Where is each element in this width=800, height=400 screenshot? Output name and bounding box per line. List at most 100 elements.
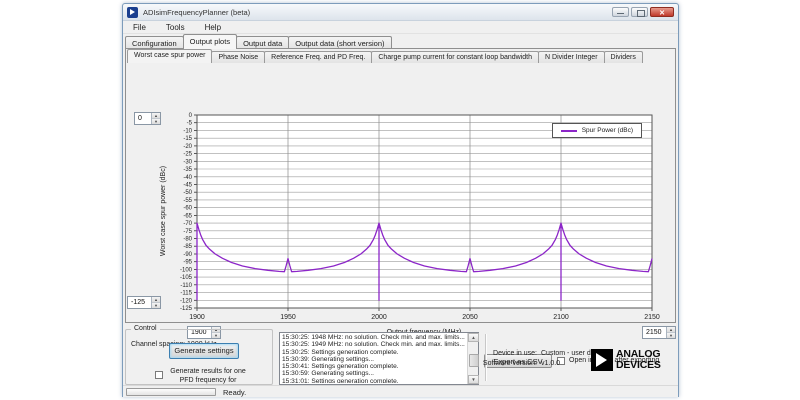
device-label: Device in use: [475, 350, 537, 357]
progress-bar [126, 388, 216, 396]
log-line: 15:30:41: Settings generation complete. [282, 363, 466, 370]
svg-text:-35: -35 [183, 167, 192, 173]
device-in-use-row: Device in use: Custom - user defined [475, 350, 610, 357]
version-label: Software version: [475, 360, 537, 367]
y-max-spin-buttons[interactable]: ▴▾ [151, 113, 160, 124]
tab-phase-noise[interactable]: Phase Noise [211, 51, 265, 63]
svg-text:-95: -95 [183, 260, 192, 266]
svg-text:1950: 1950 [280, 314, 296, 321]
svg-text:-100: -100 [180, 267, 193, 273]
svg-text:-70: -70 [183, 221, 192, 227]
svg-text:-80: -80 [183, 237, 192, 243]
chart-canvas: 0-5-10-15-20-25-30-35-40-45-50-55-60-65-… [197, 115, 652, 308]
close-button[interactable] [650, 7, 674, 17]
log-scrollbar[interactable]: ▲ ▼ [467, 333, 478, 384]
x-max-spin-buttons[interactable]: ▴▾ [666, 327, 675, 338]
svg-text:-50: -50 [183, 190, 192, 196]
y-max-value[interactable]: 0 [135, 113, 151, 124]
y-min-spin-buttons[interactable]: ▴▾ [151, 297, 160, 308]
svg-text:-40: -40 [183, 175, 192, 181]
desktop: ADIsimFrequencyPlanner (beta) File Tools… [0, 0, 800, 400]
svg-text:-25: -25 [183, 152, 192, 158]
svg-text:-105: -105 [180, 275, 193, 281]
svg-text:-20: -20 [183, 144, 192, 150]
svg-text:2050: 2050 [462, 314, 478, 321]
chart-legend: Spur Power (dBc) [552, 123, 642, 138]
svg-text:-115: -115 [180, 291, 192, 297]
minimize-button[interactable] [612, 7, 629, 17]
y-min-spinner[interactable]: -125 ▴▾ [127, 296, 161, 309]
brand-line2: DEVICES [616, 360, 661, 371]
log-line: 15:30:59: Generating settings... [282, 370, 466, 377]
version-value: v1.0.0 [541, 360, 560, 367]
brand-line1: ANALOG [616, 349, 661, 360]
y-axis-title: Worst case spur power (dBc) [160, 111, 170, 311]
svg-text:2000: 2000 [371, 314, 387, 321]
svg-text:-5: -5 [187, 121, 193, 127]
menu-file[interactable]: File [129, 22, 154, 33]
log-line: 15:30:25: Settings generation complete. [282, 349, 466, 356]
log-line: 15:30:25: 1948 MHz: no solution. Check m… [282, 334, 466, 341]
svg-text:1900: 1900 [189, 314, 205, 321]
plot-tab-strip: Worst case spur power Phase Noise Refere… [127, 49, 642, 63]
status-bar: Ready. [123, 385, 678, 397]
svg-text:-45: -45 [183, 183, 192, 189]
status-text: Ready. [223, 388, 246, 397]
app-window: ADIsimFrequencyPlanner (beta) File Tools… [122, 3, 679, 397]
spin-down-icon[interactable]: ▾ [152, 303, 160, 308]
maximize-button[interactable] [631, 7, 648, 17]
spur-power-chart: 0-5-10-15-20-25-30-35-40-45-50-55-60-65-… [197, 115, 652, 308]
log-lines: 15:30:25: 1948 MHz: no solution. Check m… [282, 334, 466, 383]
software-version-row: Software version: v1.0.0 [475, 360, 610, 367]
svg-text:2100: 2100 [553, 314, 569, 321]
svg-text:-85: -85 [183, 244, 192, 250]
x-max-value[interactable]: 2150 [643, 327, 666, 338]
legend-label: Spur Power (dBc) [582, 127, 633, 134]
message-log[interactable]: 15:30:25: 1948 MHz: no solution. Check m… [279, 332, 479, 385]
svg-text:-120: -120 [180, 298, 193, 304]
tab-reference-pd-freq[interactable]: Reference Freq. and PD Freq. [264, 51, 372, 63]
spin-down-icon[interactable]: ▾ [667, 333, 675, 338]
pfd-comparison-checkbox[interactable] [155, 371, 163, 379]
title-bar: ADIsimFrequencyPlanner (beta) [123, 4, 678, 21]
output-plots-page: Worst case spur power Phase Noise Refere… [125, 48, 676, 323]
main-tab-strip: Configuration Output plots Output data O… [125, 34, 391, 49]
legend-line-swatch [561, 130, 577, 132]
svg-text:-30: -30 [183, 159, 192, 165]
app-icon [127, 7, 138, 18]
menu-tools[interactable]: Tools [162, 22, 193, 33]
x-max-spinner[interactable]: 2150 ▴▾ [642, 326, 676, 339]
svg-text:-75: -75 [183, 229, 192, 235]
scroll-up-icon[interactable]: ▲ [468, 333, 479, 342]
tab-output-plots[interactable]: Output plots [183, 34, 237, 49]
svg-text:-55: -55 [183, 198, 192, 204]
analog-devices-logo-text: ANALOG DEVICES [616, 349, 661, 370]
tab-n-divider-integer[interactable]: N Divider Integer [538, 51, 605, 63]
tab-charge-pump-current[interactable]: Charge pump current for constant loop ba… [371, 51, 539, 63]
analog-devices-logo-icon [591, 349, 613, 371]
scroll-down-icon[interactable]: ▼ [468, 375, 479, 384]
svg-text:-60: -60 [183, 206, 192, 212]
svg-text:-90: -90 [183, 252, 192, 258]
divider [485, 334, 486, 381]
tab-worst-case-spur[interactable]: Worst case spur power [127, 49, 212, 63]
y-min-value[interactable]: -125 [128, 297, 151, 308]
y-max-spinner[interactable]: 0 ▴▾ [134, 112, 161, 125]
generate-settings-button[interactable]: Generate settings [169, 343, 239, 359]
control-group-label: Control [131, 325, 160, 332]
svg-text:-125: -125 [180, 306, 193, 312]
log-line: 15:31:01: Settings generation complete. [282, 378, 466, 383]
svg-text:-10: -10 [183, 128, 192, 134]
svg-text:0: 0 [189, 113, 193, 119]
svg-text:-15: -15 [183, 136, 192, 142]
svg-text:-65: -65 [183, 213, 192, 219]
log-line: 15:30:25: 1949 MHz: no solution. Check m… [282, 341, 466, 348]
svg-text:2150: 2150 [644, 314, 660, 321]
menu-bar: File Tools Help [123, 21, 678, 34]
window-title: ADIsimFrequencyPlanner (beta) [143, 8, 612, 17]
svg-text:-110: -110 [180, 283, 192, 289]
spin-down-icon[interactable]: ▾ [152, 119, 160, 124]
menu-help[interactable]: Help [201, 22, 229, 33]
log-line: 15:30:39: Generating settings... [282, 356, 466, 363]
tab-dividers[interactable]: Dividers [604, 51, 643, 63]
